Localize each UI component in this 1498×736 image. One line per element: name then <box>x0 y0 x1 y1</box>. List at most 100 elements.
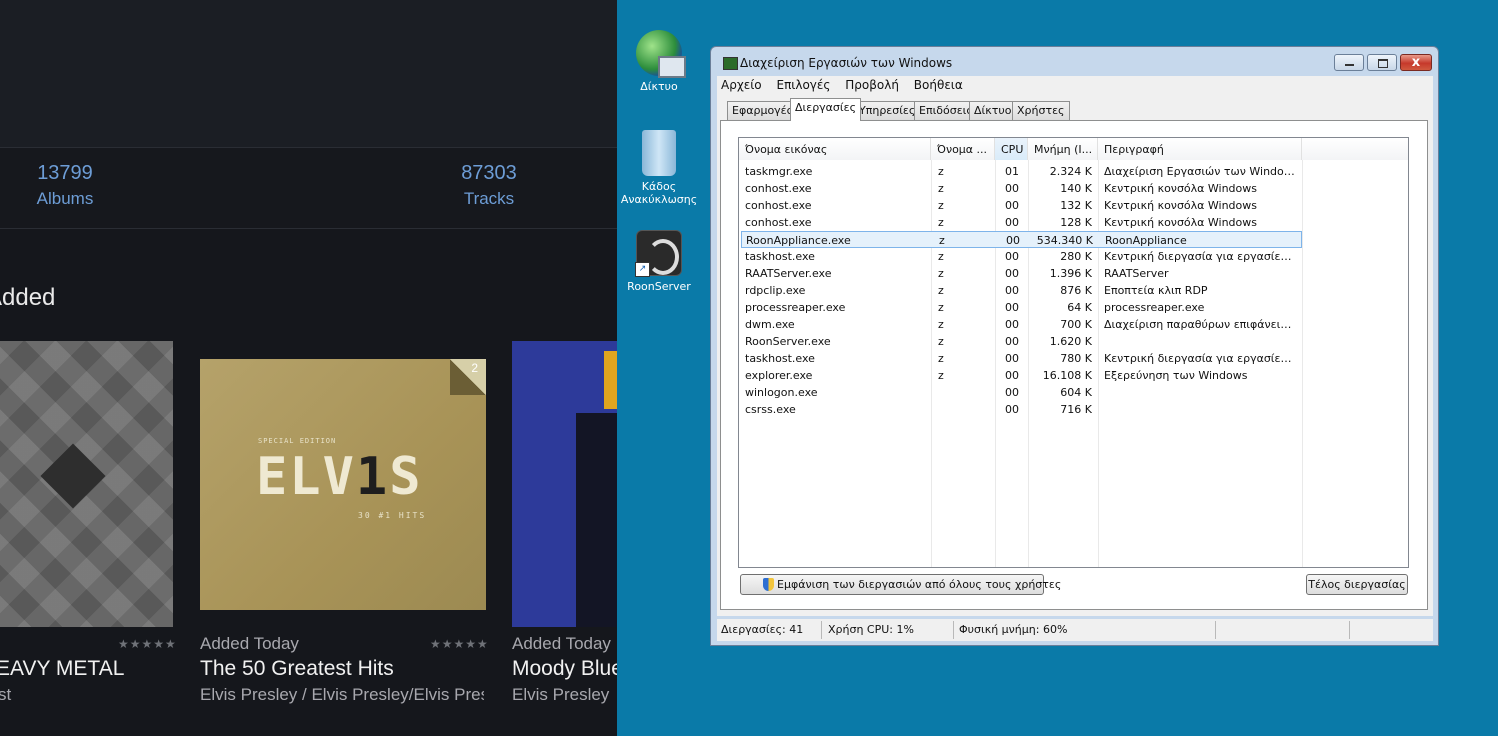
status-cpu-usage: Χρήση CPU: 1% <box>828 623 914 636</box>
process-row[interactable]: explorer.exe z 00 16.108 K Εξερεύνηση των Wi… <box>741 367 1302 384</box>
menu-help[interactable]: Βοήθεια <box>910 76 967 92</box>
menu-file[interactable]: Αρχείο <box>717 76 766 92</box>
process-mem: 2.324 K <box>1049 165 1092 178</box>
process-cpu: 01 <box>1005 165 1019 178</box>
process-cpu: 00 <box>1005 352 1019 365</box>
process-row[interactable]: RoonAppliance.exe z 00 534.340 K RoonApplian… <box>741 231 1302 248</box>
process-name: taskhost.exe <box>745 250 815 263</box>
process-desc: Κεντρική διεργασία για εργασίες των ... <box>1104 250 1297 263</box>
album-title-3[interactable]: Moody Blue <box>512 657 617 681</box>
process-row[interactable]: RoonServer.exe z 00 1.620 K <box>741 333 1302 350</box>
tab-services[interactable]: Υπηρεσίες <box>854 101 921 120</box>
process-cpu: 00 <box>1005 284 1019 297</box>
album-cover-1[interactable] <box>0 341 173 627</box>
desktop-icon-network[interactable]: Δίκτυο <box>615 30 703 93</box>
minimize-button[interactable] <box>1334 54 1364 71</box>
process-mem: 140 K <box>1060 182 1092 195</box>
cover-art-shape <box>40 443 106 509</box>
desktop-icon-label: RoonServer <box>627 280 691 293</box>
process-name: conhost.exe <box>745 199 812 212</box>
process-row[interactable]: processreaper.exe z 00 64 K processreaper.ex… <box>741 299 1302 316</box>
task-manager-window: Διαχείριση Εργασιών των Windows x Αρχείο… <box>710 46 1439 646</box>
process-list[interactable]: Όνομα εικόνας Όνομα ... CPU Μνήμη (Ι... … <box>738 137 1409 568</box>
process-user: z <box>938 267 944 280</box>
status-divider <box>1349 621 1350 639</box>
album-cover-3[interactable] <box>512 341 617 627</box>
column-memory[interactable]: Μνήμη (Ι... <box>1028 138 1098 160</box>
tab-processes[interactable]: Διεργασίες <box>790 98 862 121</box>
tracks-count: 87303 <box>461 162 517 184</box>
process-row[interactable]: taskmgr.exe z 01 2.324 K Διαχείριση Εργασιών… <box>741 163 1302 180</box>
process-name: csrss.exe <box>745 403 796 416</box>
process-cpu: 00 <box>1006 234 1020 247</box>
process-user: z <box>938 352 944 365</box>
album-title-1[interactable]: EAVY METAL <box>0 657 124 681</box>
maximize-button[interactable] <box>1367 54 1397 71</box>
end-process-button[interactable]: Τέλος διεργασίας <box>1306 574 1408 595</box>
album-cover-2[interactable]: SPECIAL EDITION ELV1S 30 #1 HITS 2 <box>200 359 486 610</box>
recycle-bin-icon <box>642 130 676 176</box>
album-artist-1[interactable]: st <box>0 685 38 705</box>
process-name: rdpclip.exe <box>745 284 806 297</box>
column-cpu[interactable]: CPU <box>995 138 1028 160</box>
tab-users[interactable]: Χρήστες <box>1012 101 1070 120</box>
process-user: z <box>938 318 944 331</box>
desktop-icon-recycle-bin[interactable]: Κάδος Ανακύκλωσης <box>615 130 703 206</box>
process-mem: 700 K <box>1060 318 1092 331</box>
process-desc: Διαχείριση Εργασιών των Windows <box>1104 165 1297 178</box>
albums-stat[interactable]: 13799 Albums <box>20 162 110 209</box>
desktop-icon-roonserver[interactable]: ↗ RoonServer <box>615 230 703 293</box>
task-manager-icon <box>723 57 738 70</box>
process-row[interactable]: conhost.exe z 00 128 K Κεντρική κονσόλα Wind… <box>741 214 1302 231</box>
process-cpu: 00 <box>1005 216 1019 229</box>
close-button[interactable]: x <box>1400 54 1432 71</box>
album-title-2[interactable]: The 50 Greatest Hits <box>200 657 394 681</box>
process-mem: 1.396 K <box>1049 267 1092 280</box>
menu-view[interactable]: Προβολή <box>841 76 903 92</box>
process-mem: 780 K <box>1060 352 1092 365</box>
rating-stars-2[interactable]: ★★★★★ <box>430 637 489 651</box>
column-description[interactable]: Περιγραφή <box>1098 138 1302 160</box>
cover-elvis-one: 1 <box>355 447 390 507</box>
menu-bar: Αρχείο Επιλογές Προβολή Βοήθεια <box>717 76 1433 95</box>
tab-network[interactable]: Δίκτυο <box>969 101 1017 120</box>
process-name: explorer.exe <box>745 369 813 382</box>
menu-options[interactable]: Επιλογές <box>772 76 834 92</box>
process-row[interactable]: rdpclip.exe z 00 876 K Εποπτεία κλιπ RDP <box>741 282 1302 299</box>
process-row[interactable]: RAATServer.exe z 00 1.396 K RAATServer <box>741 265 1302 282</box>
process-cpu: 00 <box>1005 182 1019 195</box>
show-all-processes-button[interactable]: Εμφάνιση των διεργασιών από όλους τους χ… <box>740 574 1061 595</box>
process-row[interactable]: dwm.exe z 00 700 K Διαχείριση παραθύρων επιφ… <box>741 316 1302 333</box>
album-artist-2[interactable]: Elvis Presley / Elvis Presley/Elvis Pres… <box>200 685 484 705</box>
process-name: dwm.exe <box>745 318 795 331</box>
process-mem: 132 K <box>1060 199 1092 212</box>
tracks-stat[interactable]: 87303 Tracks <box>448 162 530 209</box>
desktop-icon-label: Δίκτυο <box>640 80 678 93</box>
desktop-icon-label: Κάδος Ανακύκλωσης <box>620 180 698 206</box>
process-row[interactable]: taskhost.exe z 00 280 K Κεντρική διεργασία γ… <box>741 248 1302 265</box>
process-row[interactable]: taskhost.exe z 00 780 K Κεντρική διεργασία γ… <box>741 350 1302 367</box>
disc-count-badge: 2 <box>471 361 478 375</box>
process-mem: 1.620 K <box>1049 335 1092 348</box>
process-row[interactable]: conhost.exe z 00 132 K Κεντρική κονσόλα Wind… <box>741 197 1302 214</box>
process-cpu: 00 <box>1005 335 1019 348</box>
process-user: z <box>938 335 944 348</box>
library-stats: 13799 Albums 87303 Tracks <box>0 148 617 229</box>
rating-stars-1[interactable]: ★★★★★ <box>118 637 177 651</box>
albums-label: Albums <box>36 189 94 208</box>
tab-applications[interactable]: Εφαρμογές <box>727 101 799 120</box>
multi-disc-corner-icon <box>450 359 486 395</box>
process-cpu: 00 <box>1005 267 1019 280</box>
process-name: taskmgr.exe <box>745 165 813 178</box>
album-artist-3[interactable]: Elvis Presley <box>512 685 617 705</box>
process-cpu: 00 <box>1005 250 1019 263</box>
title-bar[interactable]: Διαχείριση Εργασιών των Windows x <box>711 47 1438 75</box>
column-user-name[interactable]: Όνομα ... <box>931 138 995 160</box>
process-row[interactable]: winlogon.exe 00 604 K <box>741 384 1302 401</box>
column-image-name[interactable]: Όνομα εικόνας <box>739 138 931 160</box>
process-row[interactable]: conhost.exe z 00 140 K Κεντρική κονσόλα Wind… <box>741 180 1302 197</box>
process-row[interactable]: csrss.exe 00 716 K <box>741 401 1302 418</box>
process-mem: 534.340 K <box>1036 234 1093 247</box>
added-label-3: Added Today <box>512 634 611 653</box>
process-cpu: 00 <box>1005 403 1019 416</box>
